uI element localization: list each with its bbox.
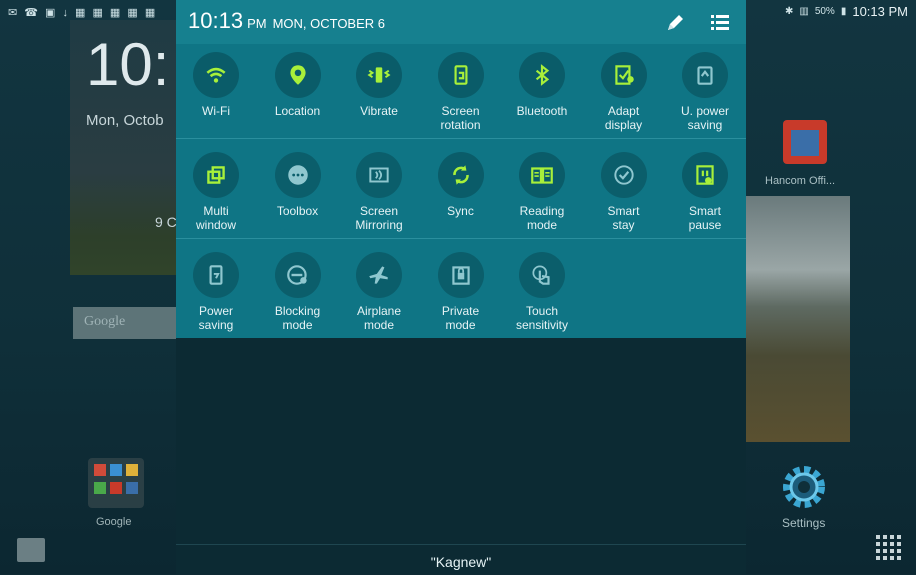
toolbox-icon — [274, 152, 321, 198]
quick-setting-reading-mode[interactable]: Reading mode — [502, 148, 582, 244]
quick-setting-label: Bluetooth — [516, 104, 568, 118]
panel-clock: 10:13 PM MON, OCTOBER 6 — [188, 8, 385, 34]
power-saving-icon — [193, 252, 239, 298]
quick-setting-label: Wi-Fi — [202, 104, 230, 118]
wifi-icon — [193, 52, 239, 98]
vibrate-icon — [356, 52, 402, 98]
panel-header: 10:13 PM MON, OCTOBER 6 — [176, 0, 746, 44]
quick-setting-multi-window[interactable]: Multi window — [176, 148, 256, 244]
airplane-mode-icon — [356, 252, 402, 298]
quick-setting-smart-pause[interactable]: Smart pause — [665, 148, 745, 244]
multi-window-icon — [193, 152, 239, 198]
panel-footer: "Kagnew" — [176, 544, 746, 575]
signal-status-icon: ▥ — [799, 6, 809, 17]
hancom-office-icon[interactable] — [783, 120, 827, 164]
google-folder[interactable] — [88, 458, 144, 508]
quick-setting-toolbox[interactable]: Toolbox — [258, 148, 338, 244]
quick-setting-sync[interactable]: Sync — [421, 148, 501, 244]
quick-setting-touch-sensitivity[interactable]: Touch sensitivity — [502, 248, 582, 344]
quick-setting-label: Location — [274, 104, 321, 118]
folder-app-icon — [126, 482, 138, 494]
network-name: "Kagnew" — [430, 554, 492, 570]
panel-ampm: PM — [247, 16, 267, 31]
quick-setting-label: Sync — [447, 204, 474, 218]
battery-icon: ▮ — [840, 6, 847, 17]
bluetooth-status-icon: ✱ — [784, 6, 794, 17]
quick-setting-label: Power saving — [198, 304, 234, 332]
quick-setting-label: Multi window — [195, 204, 237, 232]
settings-label: Settings — [782, 516, 826, 530]
home-date: Mon, Octob — [86, 112, 164, 129]
private-mode-icon — [437, 252, 484, 298]
ultra-power-saving-icon — [682, 52, 728, 98]
edit-quick-settings-button[interactable] — [664, 10, 688, 34]
pencil-icon — [668, 15, 683, 30]
quick-setting-label: Vibrate — [360, 104, 398, 118]
quick-setting-location[interactable]: Location — [258, 48, 338, 144]
quick-setting-label: Screen rotation — [440, 104, 481, 132]
quick-setting-adapt-display[interactable]: Adapt display — [584, 48, 664, 144]
smart-pause-icon — [682, 152, 728, 198]
panel-date: MON, OCTOBER 6 — [272, 16, 386, 31]
panel-time: 10:13 — [188, 8, 244, 33]
folder-app-icon — [110, 464, 122, 476]
quick-setting-label: Toolbox — [276, 204, 319, 218]
google-folder-label: Google — [96, 516, 132, 528]
folder-app-icon — [94, 464, 106, 476]
quick-setting-blocking-mode[interactable]: Blocking mode — [258, 248, 338, 344]
adapt-display-icon — [600, 52, 647, 98]
quick-settings-grid: Wi-Fi Location Vibrate Screen rotation Bluet… — [176, 44, 746, 338]
notification-panel: 10:13 PM MON, OCTOBER 6 Wi-Fi Location Vibra… — [176, 0, 746, 574]
quick-setting-airplane-mode[interactable]: Airplane mode — [339, 248, 419, 344]
status-time: 10:13 PM — [852, 4, 908, 19]
quick-setting-power-saving[interactable]: Power saving — [176, 248, 256, 344]
home-location: 9 C — [155, 214, 177, 230]
screen-mirroring-icon — [356, 152, 402, 198]
list-icon — [711, 15, 729, 30]
quick-setting-wifi[interactable]: Wi-Fi — [176, 48, 256, 144]
folder-app-icon — [126, 464, 138, 476]
battery-percent: 50% — [814, 6, 835, 17]
screen-rotation-icon — [437, 52, 484, 98]
notification-icons: ✉ ☎ ▣ ↓ ▦ ▦ ▦ ▦ ▦ — [8, 7, 158, 19]
location-icon — [274, 52, 321, 98]
quick-setting-bluetooth[interactable]: Bluetooth — [502, 48, 582, 144]
quick-setting-label: Screen Mirroring — [355, 204, 403, 232]
quick-setting-smart-stay[interactable]: Smart stay — [584, 148, 664, 244]
quick-setting-vibrate[interactable]: Vibrate — [339, 48, 419, 144]
photo-widget[interactable] — [746, 196, 850, 442]
quick-setting-screen-mirroring[interactable]: Screen Mirroring — [339, 148, 419, 244]
my-files-icon[interactable] — [17, 538, 45, 562]
bluetooth-icon — [519, 52, 565, 98]
quick-setting-label: Blocking mode — [274, 304, 321, 332]
quick-setting-label: Adapt display — [604, 104, 643, 132]
blocking-mode-icon — [274, 252, 321, 298]
sync-icon — [437, 152, 484, 198]
home-clock: 10: — [86, 31, 170, 98]
quick-setting-private-mode[interactable]: Private mode — [421, 248, 501, 344]
apps-grid-icon[interactable] — [876, 535, 902, 561]
quick-setting-label: Smart stay — [607, 204, 640, 232]
quick-setting-label: Reading mode — [519, 204, 565, 232]
quick-setting-ultra-power-saving[interactable]: U. power saving — [665, 48, 745, 144]
settings-icon[interactable] — [779, 462, 829, 512]
quick-setting-label: Airplane mode — [356, 304, 402, 332]
folder-app-icon — [94, 482, 106, 494]
google-search-placeholder: Google — [84, 314, 126, 329]
quick-setting-label: U. power saving — [680, 104, 730, 132]
system-status: ✱ ▥ 50% ▮ 10:13 PM — [785, 4, 908, 19]
quick-setting-label: Touch sensitivity — [515, 304, 568, 332]
folder-app-icon — [110, 482, 122, 494]
quick-setting-screen-rotation[interactable]: Screen rotation — [421, 48, 501, 144]
quick-settings-list-button[interactable] — [708, 10, 732, 34]
quick-setting-label: Smart pause — [688, 204, 722, 232]
reading-mode-icon — [519, 152, 565, 198]
quick-setting-label: Private mode — [441, 304, 480, 332]
smart-stay-icon — [600, 152, 647, 198]
touch-sensitivity-icon — [519, 252, 565, 298]
hancom-office-label: Hancom Offi... — [765, 175, 836, 187]
